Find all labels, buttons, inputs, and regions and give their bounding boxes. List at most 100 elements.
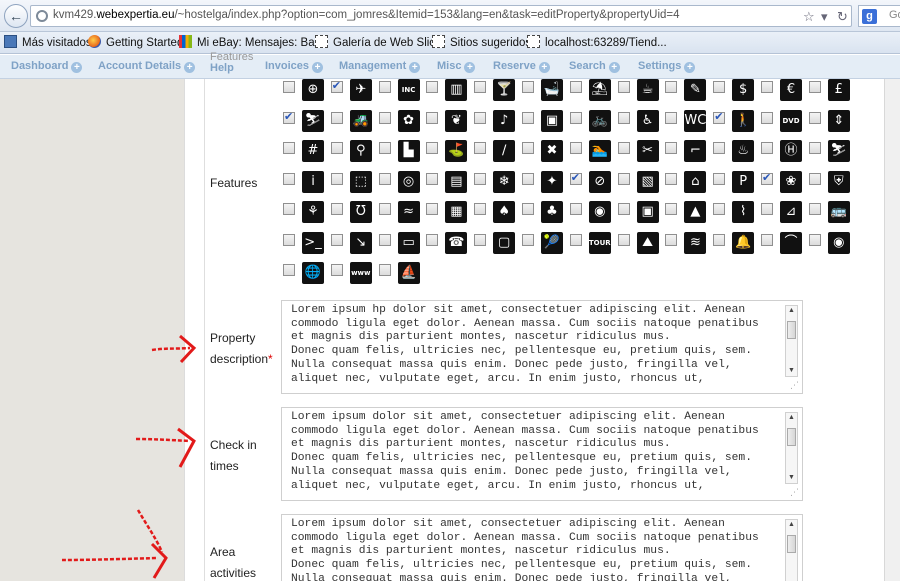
tree-icon[interactable]: ♠ [493,201,516,223]
feature-option[interactable]: ✂ [617,140,665,170]
feature-checkbox[interactable] [283,203,295,215]
feature-checkbox[interactable] [569,233,582,246]
feature-checkbox[interactable] [761,142,773,154]
url-text[interactable]: kvm429.webexpertia.eu/~hostelga/index.ph… [53,9,680,21]
forest-icon[interactable]: ♣ [541,201,563,223]
bookmark-getting-started[interactable]: Getting Started [88,35,183,49]
feature-option[interactable]: ⇕ [808,109,856,140]
feature-option[interactable]: 🎾 [522,231,569,262]
tennis-icon[interactable]: 🎾 [541,231,563,254]
music-icon[interactable]: ♪ [493,109,516,132]
feature-option[interactable]: ♪ [474,109,521,140]
feature-option[interactable]: ◎ [378,170,426,201]
feature-option[interactable]: ☕ [617,79,665,109]
feature-checkbox[interactable] [330,142,343,154]
feature-option[interactable]: P [713,170,760,201]
feature-checkbox[interactable] [617,203,630,215]
feature-checkbox[interactable] [808,81,821,93]
nav-reserve[interactable]: Reserve + [493,60,550,73]
feature-option[interactable]: ⛵ [378,262,426,292]
feature-option[interactable]: 🚌 [808,201,856,231]
no-smoking-icon[interactable]: ⊘ [588,170,611,193]
feature-checkbox[interactable] [283,81,295,93]
feature-checkbox[interactable] [378,111,391,124]
feature-checkbox[interactable] [569,111,582,124]
feature-checkbox[interactable] [617,233,630,246]
feature-checkbox[interactable] [330,203,343,215]
feature-option[interactable]: ♨ [713,140,760,170]
feature-option[interactable]: ⛨ [808,170,856,201]
info-icon[interactable]: i [302,170,324,193]
feature-checkbox[interactable] [378,203,391,215]
feature-checkbox[interactable] [713,172,726,185]
feature-checkbox[interactable] [426,111,439,124]
airplane-icon[interactable]: ✈ [349,79,372,101]
feature-checkbox[interactable] [808,111,821,124]
playground-icon[interactable]: ⚘ [302,201,324,223]
feature-option[interactable]: ▤ [426,170,473,201]
feature-option[interactable]: DVD [761,109,808,140]
bath-icon[interactable]: 🛁 [541,79,563,101]
horseshoe-icon[interactable]: Ʊ [349,201,372,223]
feature-option[interactable]: # [283,140,330,170]
nav-misc[interactable]: Misc + [437,60,476,73]
feature-option[interactable]: ⛱ [569,79,617,109]
feature-checkbox[interactable] [330,111,343,124]
feature-checkbox[interactable] [808,233,821,246]
swimmer-icon[interactable]: 🏊 [588,140,611,162]
feature-option[interactable]: 🚲 [569,109,617,140]
feature-option[interactable]: i [283,170,330,201]
dvd-icon[interactable]: DVD [780,109,802,132]
bookmark-galeria-web-slice[interactable]: Galería de Web Slice [315,35,441,49]
scroll-thumb[interactable] [787,428,796,446]
feature-option[interactable]: ▢ [474,231,521,262]
feature-checkbox[interactable] [330,79,343,93]
feature-option[interactable]: ▦ [426,201,473,231]
feature-checkbox[interactable] [761,233,773,246]
hockey-icon[interactable]: ∕ [493,140,516,162]
feature-option[interactable]: ▣ [617,201,665,231]
tv-icon[interactable]: ▢ [493,231,516,254]
feature-option[interactable]: ⌐ [665,140,712,170]
feature-checkbox[interactable] [522,172,534,185]
scroll-up-icon[interactable]: ▲ [786,520,797,530]
feature-option[interactable]: ⌂ [665,170,712,201]
feature-option[interactable]: ↘ [330,231,378,262]
restaurant-icon[interactable]: ◉ [588,201,611,223]
teapot-icon[interactable]: ☕ [636,79,659,101]
feature-option[interactable]: 🚶 [713,109,760,140]
golf-icon[interactable]: ⛳ [445,140,468,162]
elevator-icon[interactable]: ⇕ [827,109,850,132]
back-arrow-icon[interactable]: ← [4,4,28,28]
feature-option[interactable]: ⚘ [283,201,330,231]
feature-checkbox[interactable] [522,142,534,154]
feature-checkbox[interactable] [665,142,678,154]
hairdryer-icon[interactable]: ⌐ [684,140,707,162]
feature-checkbox[interactable] [617,111,630,124]
textarea-scrollbar[interactable]: ▲▼ [785,412,798,484]
scissors-icon[interactable]: ✂ [636,140,659,162]
scroll-thumb[interactable] [787,321,796,339]
feature-checkbox[interactable] [378,233,391,246]
scroll-down-icon[interactable]: ▼ [786,366,797,376]
scroll-down-icon[interactable]: ▼ [786,473,797,483]
plant-icon[interactable]: ❦ [445,109,468,132]
toilet-icon[interactable]: WC [684,109,707,132]
telephone-icon[interactable]: ☎ [445,231,468,254]
feather-icon[interactable]: ✎ [684,79,707,101]
tractor-icon[interactable]: 🚜 [349,109,372,132]
resize-grip-icon[interactable]: ⋰ [790,487,799,498]
feature-option[interactable]: 🛁 [522,79,569,109]
feature-option[interactable]: ▧ [617,170,665,201]
feature-option[interactable]: WC [665,109,712,140]
feature-checkbox[interactable] [474,142,487,154]
trekking-icon[interactable]: ⛰ [636,231,659,254]
library-icon[interactable]: ▥ [445,79,468,101]
scroll-up-icon[interactable]: ▲ [786,413,797,423]
feature-option[interactable]: ✎ [665,79,712,109]
credit-card-icon[interactable]: ▭ [397,231,420,254]
feature-option[interactable]: ✖ [522,140,569,170]
page-scrollbar[interactable] [884,79,900,581]
feature-option[interactable]: $ [713,79,760,109]
bell-icon[interactable]: 🔔 [732,231,755,254]
